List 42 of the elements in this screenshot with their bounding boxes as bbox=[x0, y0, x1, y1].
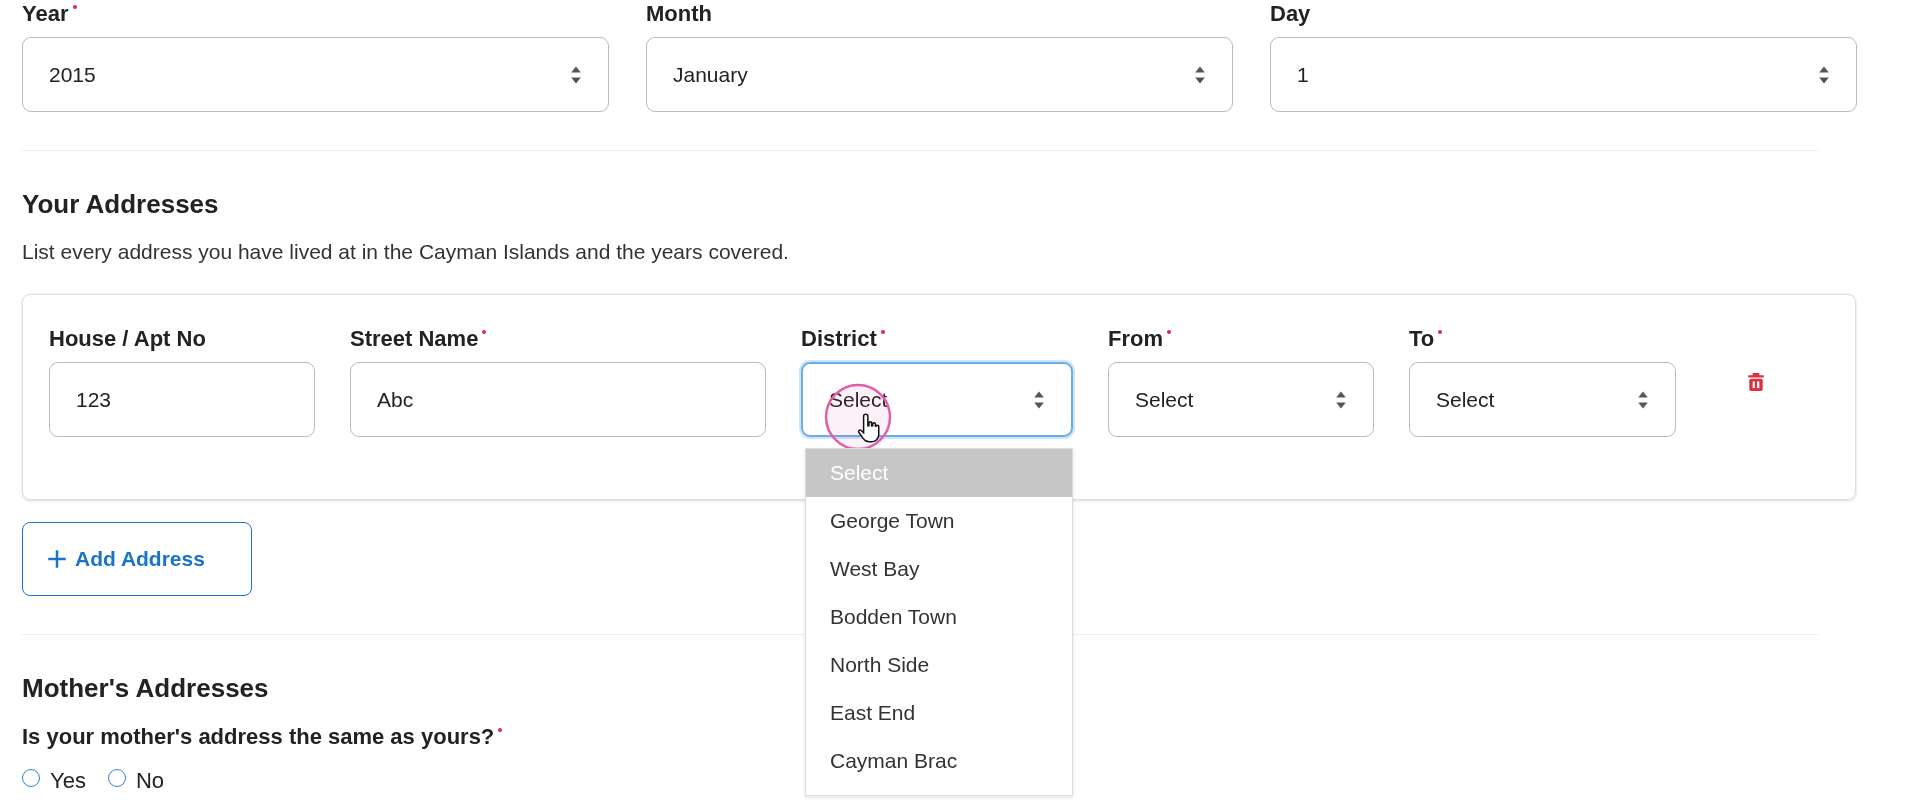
trash-icon[interactable] bbox=[1747, 372, 1765, 392]
dropdown-option[interactable]: George Town bbox=[806, 497, 1072, 545]
radio-option[interactable]: No bbox=[107, 768, 164, 794]
dropdown-option[interactable]: Cayman Brac bbox=[806, 737, 1072, 785]
field-label: Street Name bbox=[350, 326, 479, 352]
up-down-arrows-icon bbox=[570, 64, 582, 85]
field-label: Day bbox=[1270, 1, 1311, 27]
select-field[interactable]: Select bbox=[1108, 362, 1374, 437]
dropdown-option[interactable]: East End bbox=[806, 689, 1072, 737]
question-label: Is your mother's address the same as yours? bbox=[22, 724, 495, 750]
input-field[interactable]: 123 bbox=[49, 362, 315, 437]
field-label: From bbox=[1108, 326, 1163, 352]
select-field[interactable]: Select bbox=[1409, 362, 1676, 437]
add-address-button[interactable]: Add Address bbox=[22, 522, 252, 596]
up-down-arrows-icon bbox=[1818, 64, 1830, 85]
dropdown-option[interactable]: Bodden Town bbox=[806, 593, 1072, 641]
field-label: Month bbox=[646, 1, 712, 27]
required-mark-icon bbox=[1167, 330, 1171, 334]
section-description: List every address you have lived at in the Cayman Islands and the years covered. bbox=[22, 240, 790, 264]
up-down-arrows-icon bbox=[1033, 389, 1045, 410]
section-heading: Mother's Addresses bbox=[22, 673, 270, 704]
dropdown-option[interactable]: West Bay bbox=[806, 545, 1072, 593]
up-down-arrows-icon bbox=[1194, 64, 1206, 85]
input-field[interactable]: Abc bbox=[350, 362, 766, 437]
required-mark-icon bbox=[482, 330, 487, 334]
field-label: To bbox=[1409, 326, 1435, 352]
select-field[interactable]: January bbox=[646, 37, 1233, 112]
section-heading: Your Addresses bbox=[22, 189, 220, 220]
required-mark-icon bbox=[880, 330, 885, 334]
radio-option[interactable]: Yes bbox=[22, 768, 86, 794]
field-label: District bbox=[801, 326, 877, 352]
required-mark-icon bbox=[72, 5, 77, 9]
up-down-arrows-icon bbox=[1335, 389, 1347, 410]
up-down-arrows-icon bbox=[1637, 389, 1649, 410]
field-label: Year bbox=[22, 1, 69, 27]
select-field[interactable]: 1 bbox=[1270, 37, 1857, 112]
required-mark-icon bbox=[1438, 330, 1443, 334]
required-mark-icon bbox=[498, 728, 503, 732]
plus-icon bbox=[47, 549, 67, 569]
field-label: House / Apt No bbox=[49, 326, 206, 352]
dropdown-option[interactable]: North Side bbox=[806, 641, 1072, 689]
select-field[interactable]: 2015 bbox=[22, 37, 609, 112]
